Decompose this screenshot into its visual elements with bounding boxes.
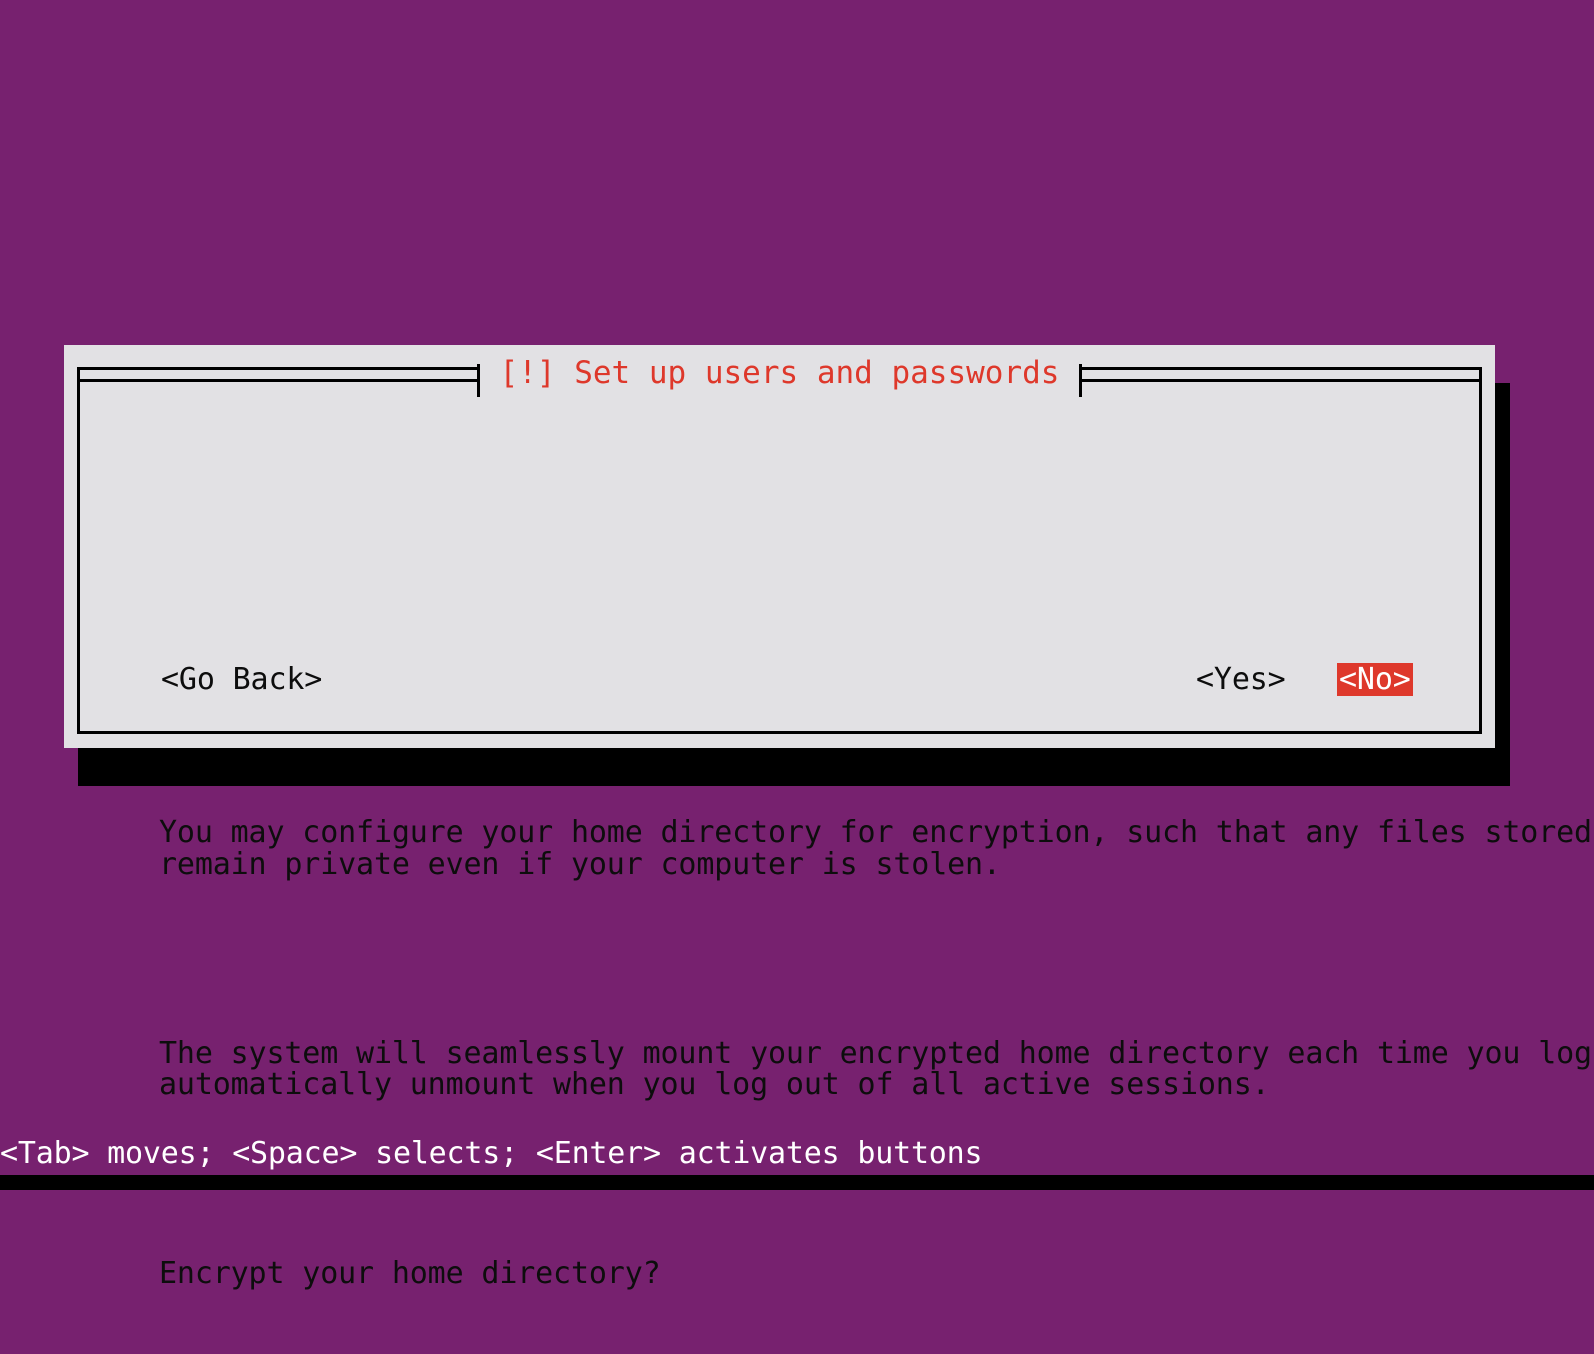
keyboard-help-text: <Tab> moves; <Space> selects; <Enter> ac… <box>0 1136 983 1171</box>
dialog-button-row: <Go Back> <Yes> <No> <box>64 660 1495 700</box>
yes-button[interactable]: <Yes> <box>1194 663 1288 696</box>
installer-screen: { "screen": { "kind": "text-mode-install… <box>0 0 1594 1289</box>
dialog-question: Encrypt your home directory? <box>159 1256 661 1291</box>
no-button[interactable]: <No> <box>1337 663 1413 696</box>
go-back-button[interactable]: <Go Back> <box>159 663 324 696</box>
screen-bottom-strip <box>0 1175 1594 1190</box>
dialog-paragraph-1: You may configure your home directory fo… <box>159 815 1592 882</box>
keyboard-help-bar: <Tab> moves; <Space> selects; <Enter> ac… <box>0 1133 1594 1175</box>
dialog-paragraph-2: The system will seamlessly mount your en… <box>159 1035 1594 1102</box>
dialog-body-text: You may configure your home directory fo… <box>159 754 1594 1353</box>
